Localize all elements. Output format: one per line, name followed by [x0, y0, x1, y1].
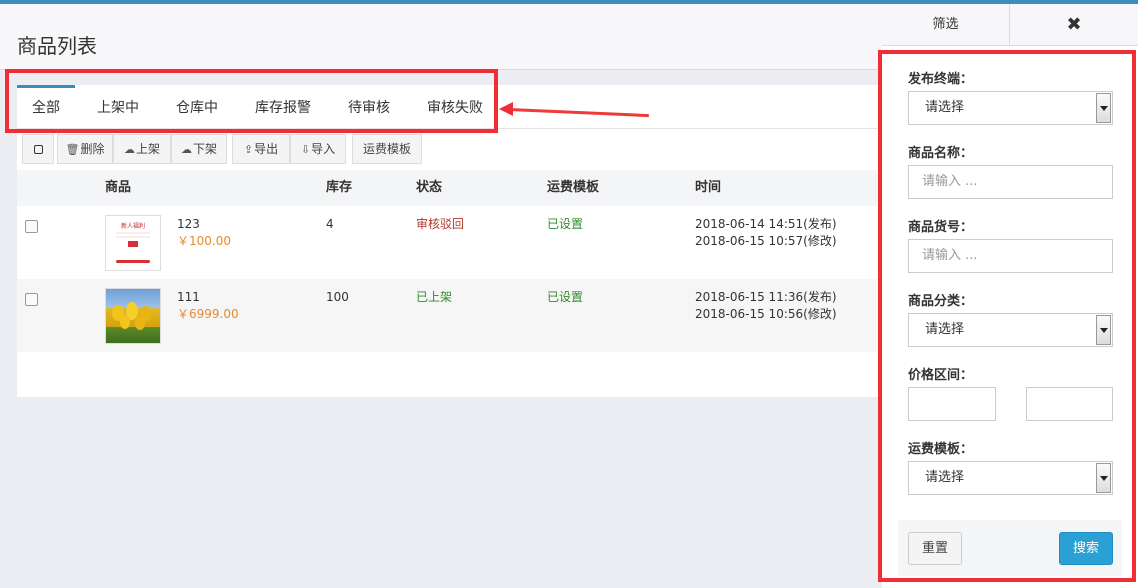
product-name-label: 商品名称：: [908, 146, 974, 161]
tulip-image-icon: [112, 302, 152, 330]
publish-time: 2018-06-15 11:36(发布): [695, 290, 837, 304]
status-tabs: 全部 上架中 仓库中 库存报警 待审核 审核失败: [17, 85, 887, 129]
off-shelf-button[interactable]: ☁下架: [171, 134, 227, 164]
header-status: 状态: [416, 180, 443, 195]
product-sku-label: 商品货号：: [908, 220, 974, 235]
select-all-button[interactable]: [22, 134, 54, 164]
category-label: 商品分类：: [908, 294, 974, 309]
export-button[interactable]: ⇪导出: [232, 134, 290, 164]
row-checkbox[interactable]: [25, 220, 38, 233]
reset-button[interactable]: 重置: [908, 532, 962, 565]
chevron-down-icon: [1096, 315, 1111, 345]
modify-time: 2018-06-15 10:56(修改): [695, 307, 837, 321]
terminal-select[interactable]: 请选择: [908, 91, 1113, 125]
product-stock: 100: [326, 290, 349, 304]
page-header: 商品列表: [0, 4, 882, 70]
publish-time: 2018-06-14 14:51(发布): [695, 217, 837, 231]
tab-stock-alert[interactable]: 库存报警: [250, 85, 316, 129]
header-shipping: 运费模板: [547, 180, 600, 195]
trash-icon: 🗑: [65, 143, 80, 156]
product-status: 已上架: [416, 290, 453, 304]
search-button[interactable]: 搜索: [1059, 532, 1113, 565]
price-min-input[interactable]: [908, 387, 996, 421]
product-name-input[interactable]: 请输入 ...: [908, 165, 1113, 199]
product-price: ￥6999.00: [177, 307, 239, 321]
chevron-down-icon: [1096, 463, 1111, 493]
table-row: 111 ￥6999.00 100 已上架 已设置 2018-06-15 11:3…: [17, 279, 887, 352]
header-stock: 库存: [326, 180, 353, 195]
tab-pending-review[interactable]: 待审核: [339, 85, 399, 129]
header-time: 时间: [695, 180, 722, 195]
category-select[interactable]: 请选择: [908, 313, 1113, 347]
product-list-panel: 全部 上架中 仓库中 库存报警 待审核 审核失败 🗑删除 ☁上架 ☁下架 ⇪导出…: [17, 85, 887, 397]
shipping-status: 已设置: [547, 290, 584, 304]
product-stock: 4: [326, 217, 334, 231]
table-row: 新人福利 123 ￥100.00 4 审核驳回 已设置 2018-06-14 1…: [17, 206, 887, 279]
annotation-arrow-icon: [499, 102, 513, 116]
filter-panel: 发布终端： 请选择 商品名称： 请输入 ... 商品货号： 请输入 ... 商品…: [882, 46, 1138, 588]
product-name: 123: [177, 217, 200, 231]
import-icon: ⇩: [300, 143, 311, 156]
filter-tab[interactable]: 筛选: [882, 4, 1010, 46]
product-thumbnail[interactable]: 新人福利: [105, 215, 161, 271]
product-sku-input[interactable]: 请输入 ...: [908, 239, 1113, 273]
shipping-template-label: 运费模板：: [908, 442, 974, 457]
shipping-template-select[interactable]: 请选择: [908, 461, 1113, 495]
import-button[interactable]: ⇩导入: [290, 134, 346, 164]
page-title: 商品列表: [17, 34, 97, 58]
thumb-caption: 新人福利: [121, 222, 145, 230]
chevron-down-icon: [1096, 93, 1111, 123]
terminal-label: 发布终端：: [908, 72, 974, 87]
price-range-label: 价格区间：: [908, 368, 974, 383]
product-thumbnail[interactable]: [105, 288, 161, 344]
close-icon[interactable]: ✖: [1010, 4, 1138, 46]
modify-time: 2018-06-15 10:57(修改): [695, 234, 837, 248]
on-shelf-button[interactable]: ☁上架: [113, 134, 171, 164]
product-name: 111: [177, 290, 200, 304]
header-product: 商品: [105, 180, 132, 195]
price-max-input[interactable]: [1026, 387, 1113, 421]
product-price: ￥100.00: [177, 234, 231, 248]
tab-on-shelf[interactable]: 上架中: [87, 85, 149, 129]
export-icon: ⇪: [243, 143, 254, 156]
tab-warehouse[interactable]: 仓库中: [166, 85, 228, 129]
shipping-template-button[interactable]: 运费模板: [352, 134, 422, 164]
checkbox-icon: [33, 145, 43, 154]
delete-button[interactable]: 🗑删除: [57, 134, 113, 164]
cloud-upload-icon: ☁: [123, 143, 135, 156]
product-status: 审核驳回: [416, 217, 465, 231]
shipping-status: 已设置: [547, 217, 584, 231]
tab-review-failed[interactable]: 审核失败: [421, 85, 489, 129]
tab-all[interactable]: 全部: [17, 85, 75, 129]
table-header: 商品 库存 状态 运费模板 时间: [17, 170, 887, 206]
filter-panel-header: 筛选 ✖: [882, 4, 1138, 46]
cloud-download-icon: ☁: [180, 143, 192, 156]
filter-actions: 重置 搜索: [898, 520, 1122, 576]
row-checkbox[interactable]: [25, 293, 38, 306]
